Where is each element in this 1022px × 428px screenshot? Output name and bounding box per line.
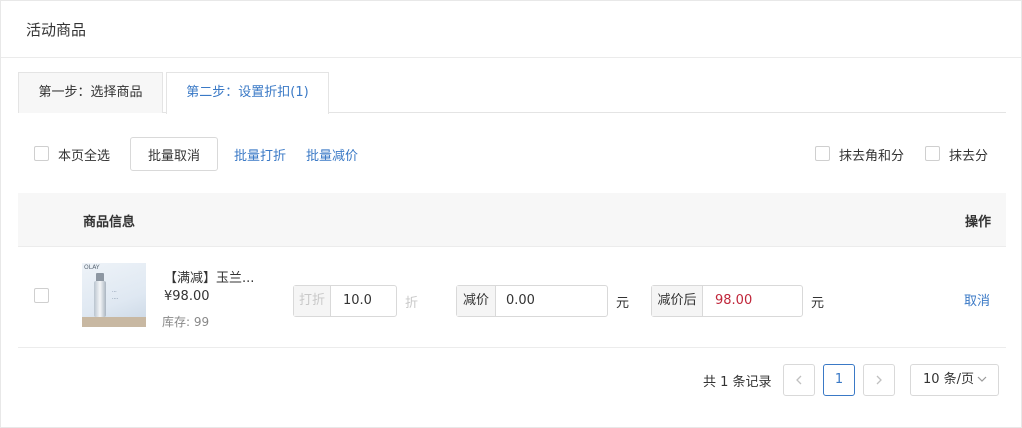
row-cancel-link[interactable]: 取消	[964, 290, 990, 309]
pagination-total: 共 1 条记录	[703, 375, 772, 390]
panel-title: 活动商品	[26, 21, 87, 39]
round-jiao-label: 抹去角和分	[839, 149, 905, 164]
step-tabs: 第一步：选择商品 第二步：设置折扣(1)	[18, 72, 1006, 114]
tab-set-discount[interactable]: 第二步：设置折扣(1)	[166, 72, 329, 114]
product-stock: 库存: 99	[162, 315, 210, 329]
thumbnail-brand-text: OLAY	[84, 264, 100, 271]
thumbnail-base-shape	[82, 317, 146, 327]
chevron-right-icon	[876, 375, 882, 385]
next-page-button[interactable]	[863, 364, 895, 396]
reduce-input[interactable]: 0.00	[506, 286, 535, 316]
select-all-label: 本页全选	[58, 149, 111, 164]
table-header: 商品信息 操作	[18, 193, 1006, 247]
thumbnail-ad-text: ··· ····	[112, 289, 119, 302]
reduce-addon: 减价	[457, 286, 496, 316]
reduce-unit: 元	[616, 296, 630, 311]
round-fen-label: 抹去分	[949, 149, 989, 164]
after-price-addon: 减价后	[652, 286, 703, 316]
chevron-left-icon	[796, 375, 802, 385]
header-product-info: 商品信息	[83, 215, 136, 230]
product-price: ¥98.00	[164, 289, 210, 304]
batch-cancel-button[interactable]: 批量取消	[130, 137, 218, 171]
after-price-input[interactable]: 98.00	[715, 286, 752, 316]
batch-reduce-link[interactable]: 批量减价	[306, 145, 358, 164]
row-checkbox[interactable]	[34, 288, 49, 303]
chevron-down-icon	[977, 365, 987, 395]
pagination: 共 1 条记录 1 10 条/页	[1, 363, 1021, 397]
product-name[interactable]: 【满减】玉兰...	[164, 267, 254, 286]
discount-unit: 折	[405, 296, 419, 311]
reduce-input-group: 减价 0.00	[456, 285, 608, 317]
discount-input-group: 打折 10.0	[293, 285, 397, 317]
product-thumbnail[interactable]: OLAY ··· ····	[82, 263, 146, 327]
header-operation: 操作	[964, 215, 991, 230]
page-1-button[interactable]: 1	[823, 364, 855, 396]
discount-addon: 打折	[294, 286, 331, 316]
bottle-shape	[94, 281, 106, 317]
panel-header: 活动商品	[1, 1, 1021, 58]
select-all-checkbox[interactable]	[34, 146, 49, 161]
page-size-select[interactable]: 10 条/页	[910, 364, 999, 396]
tab-select-products[interactable]: 第一步：选择商品	[18, 72, 163, 113]
page-size-value: 10 条/页	[923, 372, 975, 387]
batch-toolbar: 本页全选 批量取消 批量打折 批量减价 抹去角和分 抹去分	[1, 136, 1021, 172]
discount-input[interactable]: 10.0	[343, 286, 372, 316]
after-price-unit: 元	[811, 296, 825, 311]
after-price-input-group: 减价后 98.00	[651, 285, 803, 317]
batch-discount-link[interactable]: 批量打折	[234, 145, 286, 164]
activity-products-panel: 活动商品 第一步：选择商品 第二步：设置折扣(1) 本页全选 批量取消 批量打折…	[0, 0, 1022, 428]
round-fen-checkbox[interactable]	[925, 146, 940, 161]
round-jiao-checkbox[interactable]	[815, 146, 830, 161]
prev-page-button[interactable]	[783, 364, 815, 396]
table-row: OLAY ··· ···· 【满减】玉兰... ¥98.00 库存: 99 打折 …	[18, 248, 1006, 348]
